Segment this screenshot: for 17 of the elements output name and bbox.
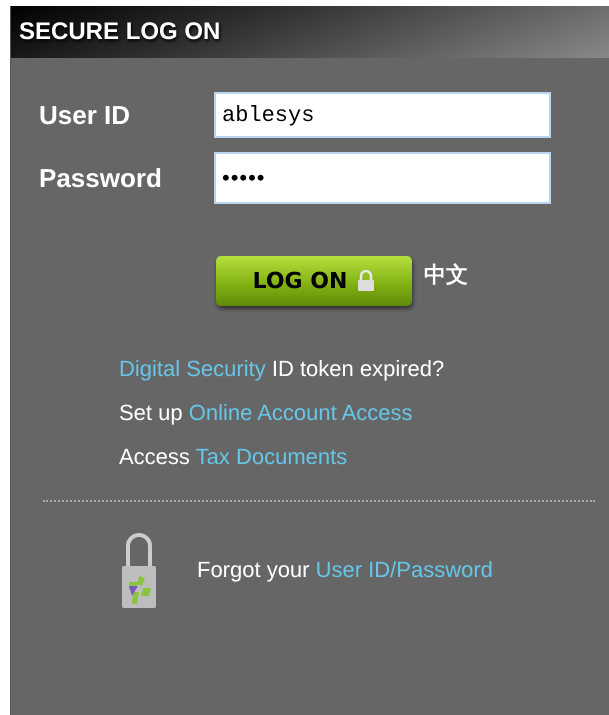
panel-title: SECURE LOG ON (19, 18, 220, 46)
link[interactable]: Online Account Access (188, 400, 413, 425)
field-label: Password (39, 162, 163, 194)
link-line: Set up Online Account Access (119, 400, 414, 426)
log-on-button[interactable]: LOG ON (216, 256, 412, 306)
field-label: User ID (39, 100, 132, 130)
link[interactable]: Tax Documents (196, 444, 348, 469)
forgot-password-line: Forgot your User ID/Password (197, 557, 493, 583)
link[interactable]: User ID/Password (316, 557, 493, 582)
link-line: Digital Security ID token expired? (119, 356, 446, 382)
padlock-icon (121, 530, 157, 610)
link[interactable]: Digital Security (119, 356, 266, 381)
link-line: Access Tax Documents (119, 444, 348, 470)
language-link[interactable]: 中文 (424, 260, 468, 290)
input-field[interactable]: ablesys (214, 92, 551, 138)
padlock-icon (357, 270, 376, 292)
input-field[interactable]: ••••• (214, 152, 551, 204)
